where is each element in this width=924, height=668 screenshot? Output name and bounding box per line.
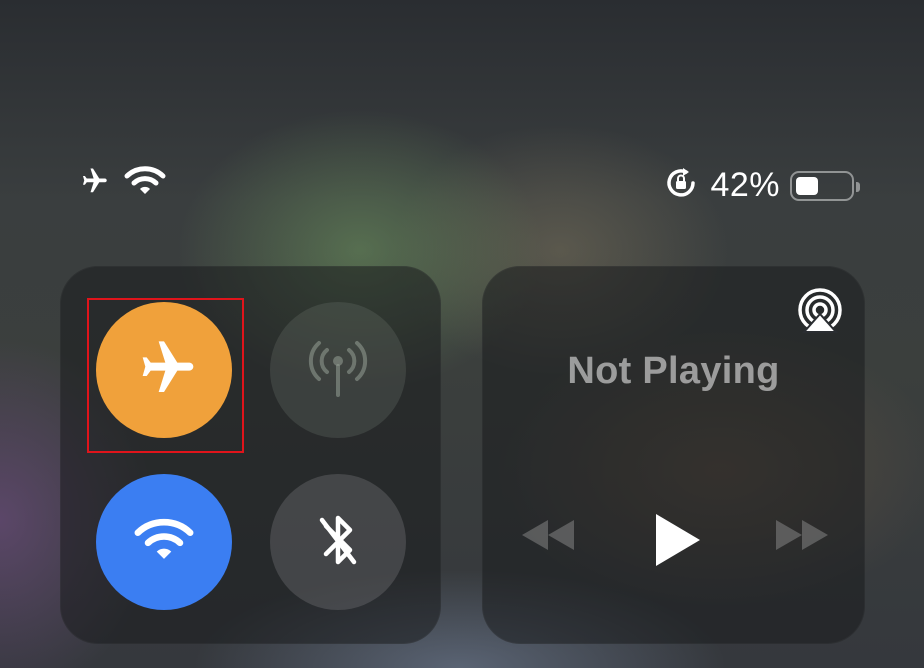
bluetooth-toggle[interactable] <box>270 474 406 610</box>
status-bar-left <box>75 164 167 203</box>
rewind-icon[interactable] <box>518 514 578 561</box>
airplane-icon <box>75 166 111 201</box>
cellular-antenna-icon <box>303 333 373 408</box>
status-bar-right: 42% <box>662 164 860 207</box>
wifi-toggle[interactable] <box>96 474 232 610</box>
battery-icon <box>790 170 860 201</box>
orientation-lock-icon <box>662 164 700 207</box>
now-playing-title: Not Playing <box>567 350 780 392</box>
battery-percent: 42% <box>710 166 780 204</box>
play-icon[interactable] <box>652 512 702 573</box>
bluetooth-off-icon <box>313 508 363 577</box>
airplay-icon[interactable] <box>795 288 845 339</box>
wifi-icon <box>123 164 167 203</box>
wifi-icon <box>132 515 196 570</box>
fast-forward-icon[interactable] <box>772 514 832 561</box>
now-playing-panel: Not Playing <box>482 266 865 644</box>
highlight-box <box>87 298 244 453</box>
status-bar: 42% <box>0 160 924 204</box>
battery-cap <box>856 181 860 192</box>
cellular-data-toggle[interactable] <box>270 302 406 438</box>
battery-fill <box>796 176 818 195</box>
